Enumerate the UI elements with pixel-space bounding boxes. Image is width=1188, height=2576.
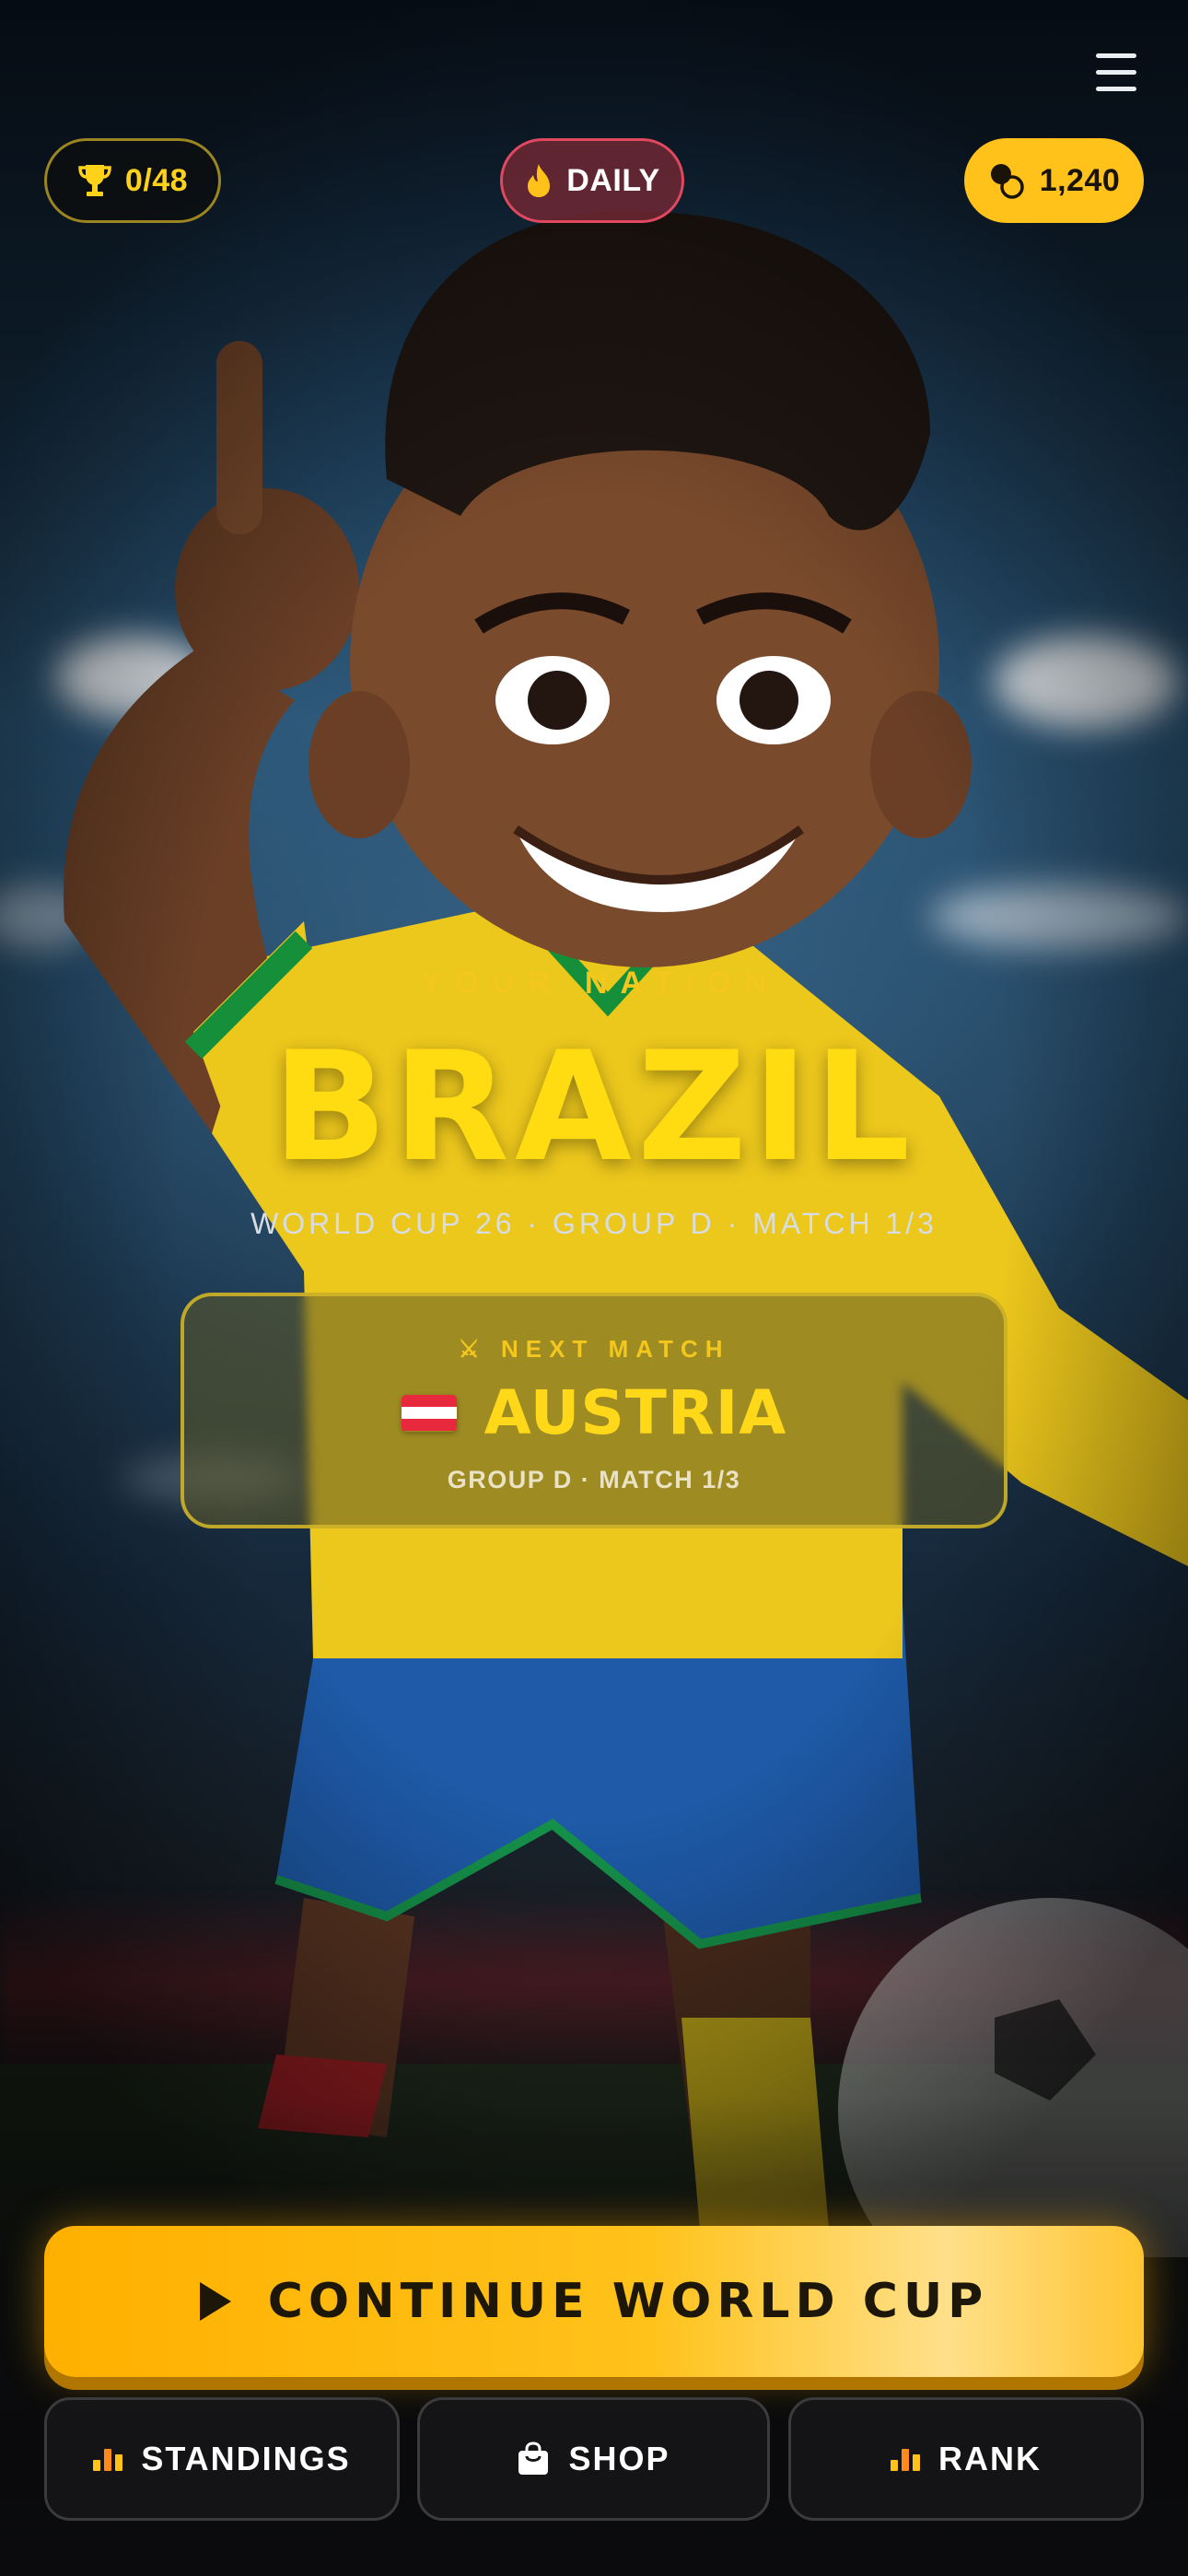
- menu-icon: [1096, 53, 1136, 58]
- daily-label: DAILY: [566, 162, 660, 198]
- standings-label: STANDINGS: [141, 2440, 351, 2477]
- nation-name: BRAZIL: [272, 1019, 916, 1195]
- tournament-subtitle: WORLD CUP 26 · GROUP D · MATCH 1/3: [250, 1207, 938, 1240]
- bag-icon: [518, 2441, 549, 2475]
- bar-chart-icon: [93, 2447, 123, 2471]
- standings-button[interactable]: STANDINGS: [44, 2397, 400, 2521]
- coin-balance[interactable]: 1,240: [964, 138, 1144, 223]
- daily-button[interactable]: DAILY: [500, 138, 684, 223]
- menu-button[interactable]: [1083, 48, 1149, 100]
- rank-button[interactable]: RANK: [788, 2397, 1144, 2521]
- nation-label: YOUR NATION: [421, 966, 780, 1001]
- bar-chart-icon: [891, 2447, 920, 2471]
- coins-icon: [990, 164, 1024, 199]
- coin-count: 1,240: [1039, 162, 1121, 198]
- rank-label: RANK: [938, 2440, 1042, 2477]
- trophy-counter[interactable]: 0/48: [44, 138, 221, 223]
- austria-flag-icon: [401, 1394, 457, 1432]
- flame-icon: [528, 164, 551, 197]
- play-icon: [199, 2282, 231, 2321]
- opponent-row: AUSTRIA: [184, 1377, 1004, 1448]
- opponent-name: AUSTRIA: [483, 1377, 787, 1448]
- shop-label: SHOP: [568, 2440, 670, 2477]
- next-match-card[interactable]: ⚔ NEXT MATCH AUSTRIA GROUP D · MATCH 1/3: [181, 1293, 1007, 1528]
- trophy-icon: [78, 165, 111, 196]
- trophy-count: 0/48: [124, 162, 189, 198]
- match-meta: GROUP D · MATCH 1/3: [447, 1466, 741, 1493]
- stadium-background: [0, 0, 1188, 2576]
- next-match-label: ⚔ NEXT MATCH: [458, 1335, 730, 1363]
- shop-button[interactable]: SHOP: [417, 2397, 770, 2521]
- continue-world-cup-button[interactable]: CONTINUE WORLD CUP: [44, 2226, 1144, 2377]
- continue-label: CONTINUE WORLD CUP: [267, 2274, 989, 2329]
